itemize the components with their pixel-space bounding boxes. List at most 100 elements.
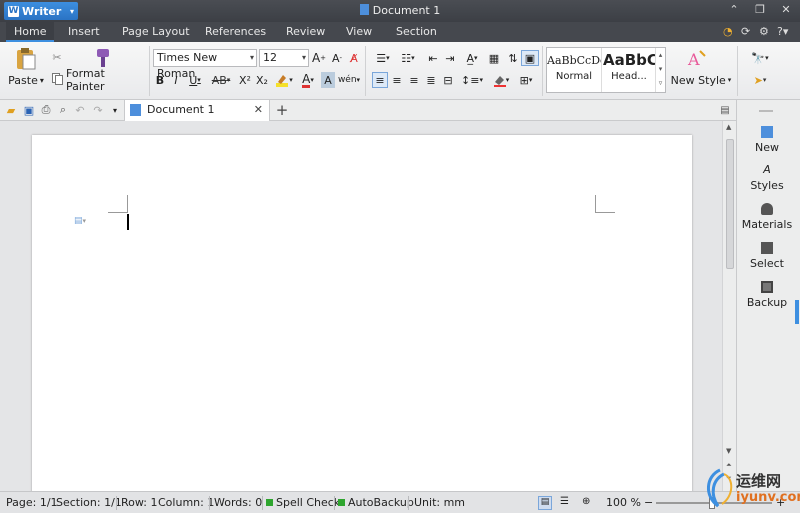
new-document-icon: [761, 126, 773, 138]
scroll-down-icon[interactable]: ▼: [726, 447, 731, 455]
char-shading-icon[interactable]: A: [321, 72, 335, 88]
copy-icon[interactable]: [50, 72, 64, 86]
quick-access-dropdown-icon[interactable]: ▾: [109, 103, 121, 117]
cut-icon[interactable]: ✂: [50, 50, 64, 64]
collapse-icon[interactable]: ⌃: [726, 3, 742, 16]
open-folder-icon[interactable]: ▰: [4, 103, 18, 117]
page-view-icon[interactable]: ▤: [538, 496, 552, 510]
format-painter-button[interactable]: Format Painter: [66, 67, 142, 93]
zoom-out-icon[interactable]: −: [644, 496, 653, 509]
spell-check-toggle[interactable]: Spell Check: [266, 496, 340, 509]
superscript-button[interactable]: X²: [237, 72, 253, 88]
align-right-icon[interactable]: ≡: [406, 72, 422, 88]
strikethrough-button[interactable]: AB ▾: [208, 72, 234, 88]
pane-backup[interactable]: Backup: [737, 281, 797, 309]
watermark-text: 运维网: [736, 472, 782, 490]
pane-collapse-handle[interactable]: [795, 300, 799, 324]
scroll-thumb[interactable]: [726, 139, 734, 269]
pane-select[interactable]: Select: [737, 242, 797, 270]
select-icon: [761, 242, 773, 254]
table-icon[interactable]: ▦: [486, 50, 502, 66]
highlight-icon[interactable]: ▾: [273, 72, 295, 88]
style-normal[interactable]: AaBbCcDd Normal: [547, 48, 602, 92]
redo-icon[interactable]: ↷: [91, 103, 105, 117]
distributed-icon[interactable]: ⊟: [440, 72, 456, 88]
paste-button[interactable]: Paste ▾: [6, 72, 46, 88]
close-icon[interactable]: ✕: [778, 3, 794, 16]
outline-view-icon[interactable]: ☰: [560, 496, 569, 507]
style-gallery: AaBbCcDd Normal AaBbC Head... ▴▾▿: [546, 47, 666, 93]
close-tab-icon[interactable]: ✕: [254, 100, 263, 120]
margin-mark-top-left: [108, 195, 128, 213]
undo-icon[interactable]: ↶: [73, 103, 87, 117]
italic-button[interactable]: I: [169, 72, 183, 88]
zoom-level[interactable]: 100 %: [606, 496, 641, 509]
pane-new[interactable]: New: [737, 126, 797, 154]
pane-materials[interactable]: Materials: [737, 203, 797, 231]
pane-styles[interactable]: A Styles: [737, 164, 797, 193]
print-preview-icon[interactable]: ⌕: [56, 103, 70, 117]
phonetic-guide-icon[interactable]: wén ▾: [338, 72, 360, 88]
status-section: Section: 1/1: [56, 496, 122, 509]
skin-icon[interactable]: ◔: [723, 25, 733, 38]
style-heading[interactable]: AaBbC Head...: [603, 48, 655, 92]
decrease-indent-icon[interactable]: ⇤: [425, 50, 441, 66]
print-icon[interactable]: ⎙: [39, 103, 53, 117]
increase-indent-icon[interactable]: ⇥: [442, 50, 458, 66]
justify-icon[interactable]: ≣: [423, 72, 439, 88]
tab-home[interactable]: Home: [6, 22, 55, 42]
vertical-scrollbar[interactable]: ▲ ▼ ⏶ ⏷: [722, 121, 736, 491]
new-style-icon[interactable]: A: [684, 48, 710, 70]
tab-page-layout[interactable]: Page Layout: [114, 22, 198, 42]
bullet-list-icon[interactable]: ☰ ▾: [372, 50, 394, 66]
tab-references[interactable]: References: [197, 22, 274, 42]
bold-button[interactable]: B: [153, 72, 167, 88]
sync-icon[interactable]: ⟳: [741, 25, 750, 38]
font-name-select[interactable]: Times New Roman ▾: [153, 49, 257, 80]
tab-insert[interactable]: Insert: [60, 22, 108, 42]
show-marks-icon[interactable]: ▣: [521, 50, 539, 66]
sort-icon[interactable]: ⇅: [505, 50, 521, 66]
underline-button[interactable]: U ▾: [185, 72, 205, 88]
align-left-icon[interactable]: ≡: [372, 72, 388, 88]
tab-section[interactable]: Section: [388, 22, 445, 42]
web-view-icon[interactable]: ⊕: [582, 496, 590, 507]
chevron-down-icon: ▾: [474, 54, 478, 62]
document-page[interactable]: ▤▾: [32, 135, 692, 491]
clear-format-icon[interactable]: A̸: [347, 50, 361, 66]
grow-font-icon[interactable]: A +: [312, 50, 326, 66]
scroll-up-icon[interactable]: ▲: [726, 123, 731, 131]
divider: [542, 46, 543, 96]
subscript-button[interactable]: X₂: [254, 72, 270, 88]
tab-review[interactable]: Review: [278, 22, 333, 42]
align-center-icon[interactable]: ≡: [389, 72, 405, 88]
select-cursor-icon[interactable]: ➤ ▾: [748, 72, 772, 88]
tab-view[interactable]: View: [338, 22, 380, 42]
settings-icon[interactable]: ⚙: [759, 25, 769, 38]
paragraph-layout-icon[interactable]: ▤▾: [74, 216, 86, 226]
shrink-font-icon[interactable]: A-: [330, 50, 344, 66]
new-tab-button[interactable]: +: [274, 101, 290, 119]
borders-icon[interactable]: ⊞ ▾: [515, 72, 537, 88]
style-scroll[interactable]: ▴ ▾ ▿: [655, 48, 665, 92]
new-style-button[interactable]: New Style ▾: [670, 72, 732, 88]
ribbon-toolbar: Paste ▾ ✂ Format Painter Times New Roman ▾…: [0, 42, 800, 100]
divider: [209, 496, 210, 510]
menu-bar: Home Insert Page Layout References Revie…: [0, 22, 800, 42]
status-unit: Unit: mm: [414, 496, 466, 509]
paste-icon[interactable]: [8, 46, 44, 72]
divider: [116, 496, 117, 510]
help-icon[interactable]: ?▾: [777, 25, 788, 38]
font-color-icon[interactable]: A ▾: [297, 72, 319, 88]
restore-icon[interactable]: ❐: [752, 3, 768, 16]
find-replace-icon[interactable]: 🔭 ▾: [748, 50, 772, 66]
autobackup-toggle[interactable]: AutoBackup: [338, 496, 414, 509]
tab-document-1[interactable]: Document 1 ✕: [124, 100, 270, 121]
shading-icon[interactable]: ▾: [489, 72, 513, 88]
save-icon[interactable]: ▣: [22, 103, 36, 117]
font-size-select[interactable]: 12 ▾: [259, 49, 309, 67]
numbered-list-icon[interactable]: ☷ ▾: [397, 50, 419, 66]
line-spacing-icon[interactable]: ↕≡ ▾: [461, 72, 483, 88]
tab-list-icon[interactable]: ▤: [718, 103, 732, 117]
text-direction-icon[interactable]: A̲ ▾: [461, 50, 483, 66]
